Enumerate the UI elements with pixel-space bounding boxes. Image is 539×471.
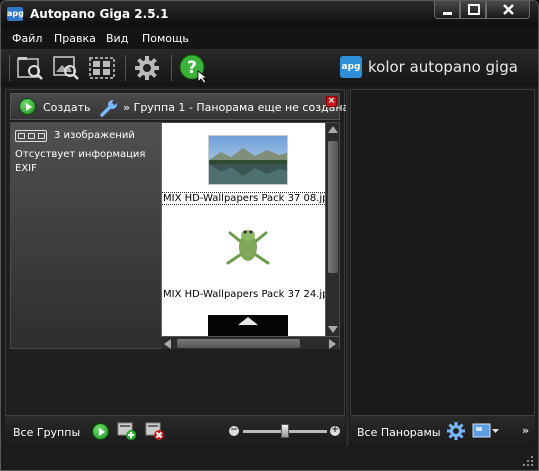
group-info: 3 изображений Отсуствует информация EXIF xyxy=(11,123,161,348)
app-icon: apg xyxy=(7,7,24,21)
vertical-scroll-thumb[interactable] xyxy=(328,141,338,273)
resize-grip-icon[interactable] xyxy=(522,455,534,467)
group-title: » Группа 1 - Панорама еще не создана xyxy=(123,101,350,114)
app-window: apg Autopano Giga 2.5.1 Файл Правка Вид … xyxy=(0,0,539,471)
svg-text:?: ? xyxy=(187,58,197,78)
zoom-out-button[interactable]: − xyxy=(229,426,239,436)
create-panorama-button[interactable] xyxy=(19,98,36,115)
folder-search-icon xyxy=(17,57,43,80)
thumbnail-label[interactable]: MIX HD-Wallpapers Pack 37 08.jpg xyxy=(162,192,325,205)
menu-edit[interactable]: Правка xyxy=(54,32,96,45)
menu-view[interactable]: Вид xyxy=(106,32,128,45)
thumbnail-label[interactable]: MIX HD-Wallpapers Pack 37 24.jpg xyxy=(162,289,325,300)
thumbnail-image[interactable] xyxy=(208,135,288,185)
panoramas-footer: Все Панорамы » xyxy=(350,415,535,446)
add-group-button[interactable] xyxy=(117,421,137,441)
brand-logo: apg kolor autopano giga xyxy=(340,54,518,80)
groups-panel: Создать » Группа 1 - Панорама еще не соз… xyxy=(5,89,349,446)
exif-info: Отсуствует информация EXIF xyxy=(15,149,146,174)
dark-image xyxy=(208,315,288,336)
thumbnail-list: MIX HD-Wallpapers Pack 37 08.jpg MIX HD-… xyxy=(161,123,325,336)
open-folder-button[interactable] xyxy=(15,53,45,83)
vertical-scrollbar[interactable] xyxy=(325,123,339,336)
panorama-settings-button[interactable] xyxy=(446,421,466,441)
close-icon xyxy=(503,4,514,15)
horizontal-scrollbar[interactable] xyxy=(161,336,339,349)
help-icon: ? xyxy=(179,54,209,84)
view-mode-dropdown[interactable] xyxy=(472,422,500,440)
minimize-button[interactable] xyxy=(434,1,460,19)
scroll-down-icon[interactable] xyxy=(328,326,338,333)
add-group-icon xyxy=(117,422,136,440)
edit-group-button[interactable] xyxy=(99,98,119,118)
all-groups-label[interactable]: Все Группы xyxy=(13,426,80,439)
import-images-button[interactable] xyxy=(51,53,81,83)
render-all-button[interactable] xyxy=(92,423,109,440)
gear-icon xyxy=(447,422,465,440)
toolbar-separator xyxy=(125,55,126,81)
minimize-icon xyxy=(443,12,452,15)
gear-icon xyxy=(135,56,159,80)
thumbnail-image[interactable] xyxy=(208,221,288,271)
window-controls xyxy=(434,1,530,20)
status-bar xyxy=(1,450,538,470)
panoramas-panel xyxy=(350,89,535,446)
toolbar-separator xyxy=(9,55,10,81)
help-button[interactable]: ? xyxy=(178,53,209,84)
grid-detect-icon xyxy=(89,57,115,79)
scroll-left-icon[interactable] xyxy=(164,339,171,349)
settings-button[interactable] xyxy=(132,53,162,83)
group-content: 3 изображений Отсуствует информация EXIF xyxy=(10,122,340,349)
maximize-icon xyxy=(468,4,480,15)
image-count: 3 изображений xyxy=(54,130,135,141)
frog-image xyxy=(208,221,288,271)
remove-group-icon xyxy=(145,422,164,440)
panel-splitter[interactable] xyxy=(346,89,349,446)
all-panoramas-label[interactable]: Все Панорамы xyxy=(357,426,441,439)
view-mode-icon xyxy=(472,423,499,438)
thumbnail-image[interactable] xyxy=(208,315,288,336)
create-label[interactable]: Создать xyxy=(43,101,91,114)
scroll-right-icon[interactable] xyxy=(329,339,336,349)
window-title: Autopano Giga 2.5.1 xyxy=(30,7,169,21)
brand-text: kolor autopano giga xyxy=(368,58,518,76)
menu-bar: Файл Правка Вид Помощь xyxy=(1,27,538,49)
remove-group-button[interactable] xyxy=(145,421,165,441)
images-count-icon xyxy=(15,130,47,142)
zoom-slider-handle[interactable] xyxy=(281,424,289,438)
menu-help[interactable]: Помощь xyxy=(142,32,189,45)
menu-file[interactable]: Файл xyxy=(12,32,42,45)
close-button[interactable] xyxy=(486,1,530,19)
image-search-icon xyxy=(53,56,79,80)
lake-landscape-image xyxy=(209,136,287,184)
scroll-up-icon[interactable] xyxy=(328,126,338,133)
toolbar-separator xyxy=(171,55,172,81)
zoom-in-button[interactable]: + xyxy=(330,426,340,436)
title-bar[interactable]: apg Autopano Giga 2.5.1 xyxy=(1,1,538,27)
apg-logo-icon: apg xyxy=(340,56,362,78)
toolbar: ? apg kolor autopano giga xyxy=(1,49,538,87)
maximize-button[interactable] xyxy=(460,1,486,19)
groups-footer: Все Группы − + xyxy=(5,415,345,446)
wrench-icon xyxy=(100,100,117,117)
close-group-button[interactable]: × xyxy=(326,96,337,107)
more-options-icon[interactable]: » xyxy=(522,424,529,437)
horizontal-scroll-thumb[interactable] xyxy=(177,339,300,348)
group-header: Создать » Группа 1 - Панорама еще не соз… xyxy=(10,93,349,120)
detect-button[interactable] xyxy=(87,53,117,83)
